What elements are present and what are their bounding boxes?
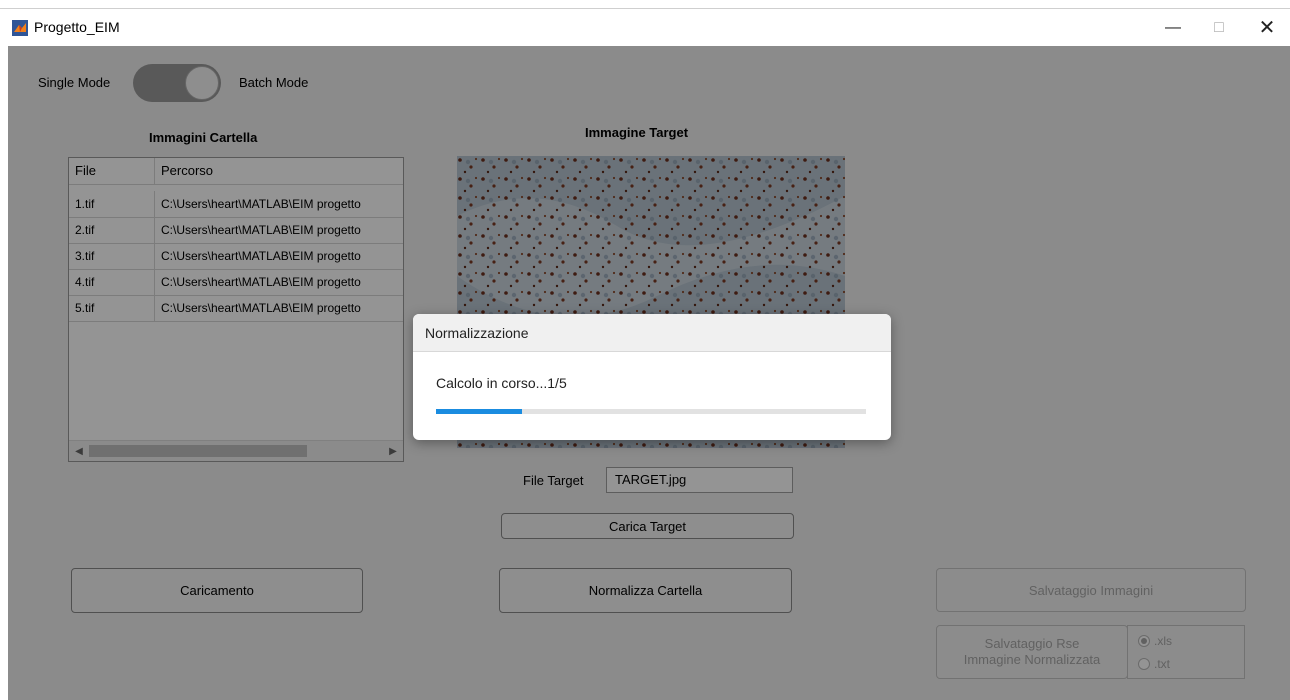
maximize-icon: □ xyxy=(1214,18,1224,36)
dialog-title: Normalizzazione xyxy=(425,325,529,341)
close-button[interactable]: ✕ xyxy=(1244,9,1290,46)
progress-bar-fill xyxy=(436,409,522,414)
dialog-header: Normalizzazione xyxy=(413,314,891,352)
minimize-icon: — xyxy=(1165,18,1181,36)
progress-bar xyxy=(436,409,866,414)
progress-dialog: Normalizzazione Calcolo in corso...1/5 xyxy=(413,314,891,440)
progress-message: Calcolo in corso...1/5 xyxy=(436,375,567,391)
matlab-icon xyxy=(12,20,28,36)
minimize-button[interactable]: — xyxy=(1150,9,1196,46)
close-icon: ✕ xyxy=(1258,17,1276,39)
top-strip xyxy=(0,0,1290,9)
window-title: Progetto_EIM xyxy=(34,19,120,35)
maximize-button[interactable]: □ xyxy=(1196,9,1242,46)
window-titlebar: Progetto_EIM — □ ✕ xyxy=(0,9,1290,46)
